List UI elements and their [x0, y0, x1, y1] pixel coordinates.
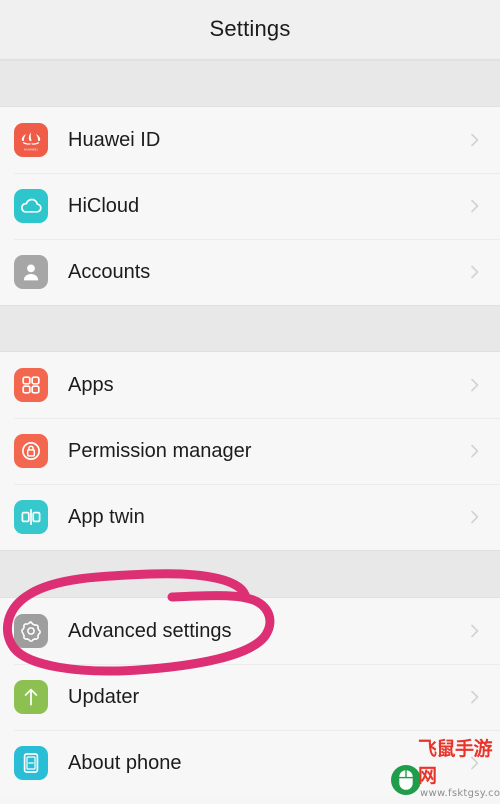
chevron-right-icon	[466, 688, 484, 706]
app-twin-icon	[14, 500, 48, 534]
grid-apps-icon	[14, 368, 48, 402]
settings-row-label: Permission manager	[68, 439, 252, 462]
group-separator-top	[0, 60, 500, 107]
group-separator-middle	[0, 305, 500, 352]
settings-group-system: Advanced settings Updater About phone	[0, 598, 500, 796]
person-icon	[14, 255, 48, 289]
settings-row-label: About phone	[68, 751, 182, 774]
chevron-right-icon	[466, 754, 484, 772]
chevron-right-icon	[466, 197, 484, 215]
page-title: Settings	[209, 16, 291, 41]
cloud-icon	[14, 189, 48, 223]
group-separator-bottom	[0, 550, 500, 598]
settings-row-label: App twin	[68, 505, 145, 528]
settings-row-label: Huawei ID	[68, 128, 161, 151]
settings-group-apps: Apps Permission manager App twin	[0, 352, 500, 550]
chevron-right-icon	[466, 376, 484, 394]
settings-row-label: Apps	[68, 373, 114, 396]
settings-row-huawei-id[interactable]: HUAWEI Huawei ID	[0, 107, 500, 173]
settings-row-accounts[interactable]: Accounts	[0, 239, 500, 305]
settings-row-advanced-settings[interactable]: Advanced settings	[0, 598, 500, 664]
settings-row-hicloud[interactable]: HiCloud	[0, 173, 500, 239]
gear-icon	[14, 614, 48, 648]
chevron-right-icon	[466, 622, 484, 640]
settings-group-account: HUAWEI Huawei ID HiCloud Accounts	[0, 107, 500, 305]
phone-info-icon	[14, 746, 48, 780]
header-bar: Settings	[0, 0, 500, 58]
settings-row-label: Accounts	[68, 260, 151, 283]
settings-row-permission-manager[interactable]: Permission manager	[0, 418, 500, 484]
settings-row-app-twin[interactable]: App twin	[0, 484, 500, 550]
up-arrow-icon	[14, 680, 48, 714]
settings-row-updater[interactable]: Updater	[0, 664, 500, 730]
settings-row-label: Updater	[68, 685, 140, 708]
settings-row-label: HiCloud	[68, 194, 140, 217]
huawei-logo-icon: HUAWEI	[14, 123, 48, 157]
settings-row-label: Advanced settings	[68, 619, 232, 642]
settings-row-about-phone[interactable]: About phone	[0, 730, 500, 796]
svg-text:HUAWEI: HUAWEI	[24, 147, 38, 151]
chevron-right-icon	[466, 263, 484, 281]
settings-row-apps[interactable]: Apps	[0, 352, 500, 418]
settings-screen: Settings HUAWEI Huawei ID HiCloud Accoun…	[0, 0, 500, 804]
chevron-right-icon	[466, 442, 484, 460]
chevron-right-icon	[466, 508, 484, 526]
chevron-right-icon	[466, 131, 484, 149]
lock-circle-icon	[14, 434, 48, 468]
